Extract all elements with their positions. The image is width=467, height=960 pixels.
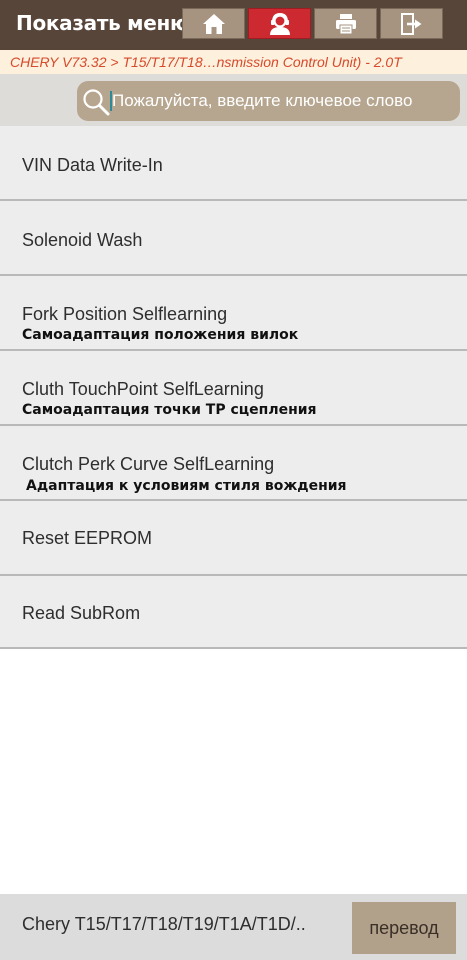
- exit-icon: [400, 12, 421, 35]
- top-bar: Показать меню: [0, 0, 467, 50]
- menu-item-vin-data-write-in[interactable]: VIN Data Write-In: [0, 126, 467, 201]
- menu-item-clutch-perk-curve-selflearning[interactable]: Clutch Perk Curve SelfLearning Адаптация…: [0, 426, 467, 501]
- home-icon: [202, 13, 225, 34]
- menu-item-label: Clutch Perk Curve SelfLearning: [22, 454, 275, 474]
- menu-item-label: Fork Position Selflearning: [22, 304, 228, 324]
- breadcrumb: CHERY V73.32 > T15/T17/T18…nsmission Con…: [0, 50, 467, 74]
- show-menu-button[interactable]: Показать меню: [16, 11, 189, 35]
- search-icon: [83, 89, 110, 116]
- menu-item-annotation: Самоадаптация положения вилок: [22, 327, 299, 343]
- menu-item-annotation: Адаптация к условиям стиля вождения: [26, 478, 347, 494]
- menu-item-label: Reset EEPROM: [22, 528, 153, 548]
- menu-item-read-subrom[interactable]: Read SubRom: [0, 576, 467, 649]
- menu-item-reset-eeprom[interactable]: Reset EEPROM: [0, 501, 467, 576]
- exit-button[interactable]: [380, 8, 443, 39]
- menu-item-label: Solenoid Wash: [22, 230, 143, 250]
- translate-button[interactable]: перевод: [352, 902, 456, 954]
- home-button[interactable]: [182, 8, 245, 39]
- vehicle-path-label: Chery T15/T17/T18/T19/T1A/T1D/..: [22, 914, 306, 934]
- printer-icon: [335, 13, 356, 34]
- search-placeholder: Пожалуйста, введите ключевое слово: [112, 91, 413, 110]
- bottom-bar: Chery T15/T17/T18/T19/T1A/T1D/.. перевод: [0, 894, 467, 960]
- search-input[interactable]: Пожалуйста, введите ключевое слово: [77, 81, 460, 121]
- search-row: Пожалуйста, введите ключевое слово: [0, 74, 467, 126]
- support-button[interactable]: [248, 8, 311, 39]
- print-button[interactable]: [314, 8, 377, 39]
- menu-item-solenoid-wash[interactable]: Solenoid Wash: [0, 201, 467, 276]
- menu-item-label: Read SubRom: [22, 603, 141, 623]
- menu-item-fork-position-selflearning[interactable]: Fork Position Selflearning Самоадаптация…: [0, 276, 467, 351]
- menu-item-annotation: Самоадаптация точки ТР сцепления: [22, 402, 317, 418]
- menu-item-label: VIN Data Write-In: [22, 155, 163, 175]
- support-agent-icon: [269, 12, 290, 35]
- menu-item-clutch-touchpoint-selflearning[interactable]: Cluth TouchPoint SelfLearning Самоадапта…: [0, 351, 467, 426]
- menu-item-label: Cluth TouchPoint SelfLearning: [22, 379, 264, 399]
